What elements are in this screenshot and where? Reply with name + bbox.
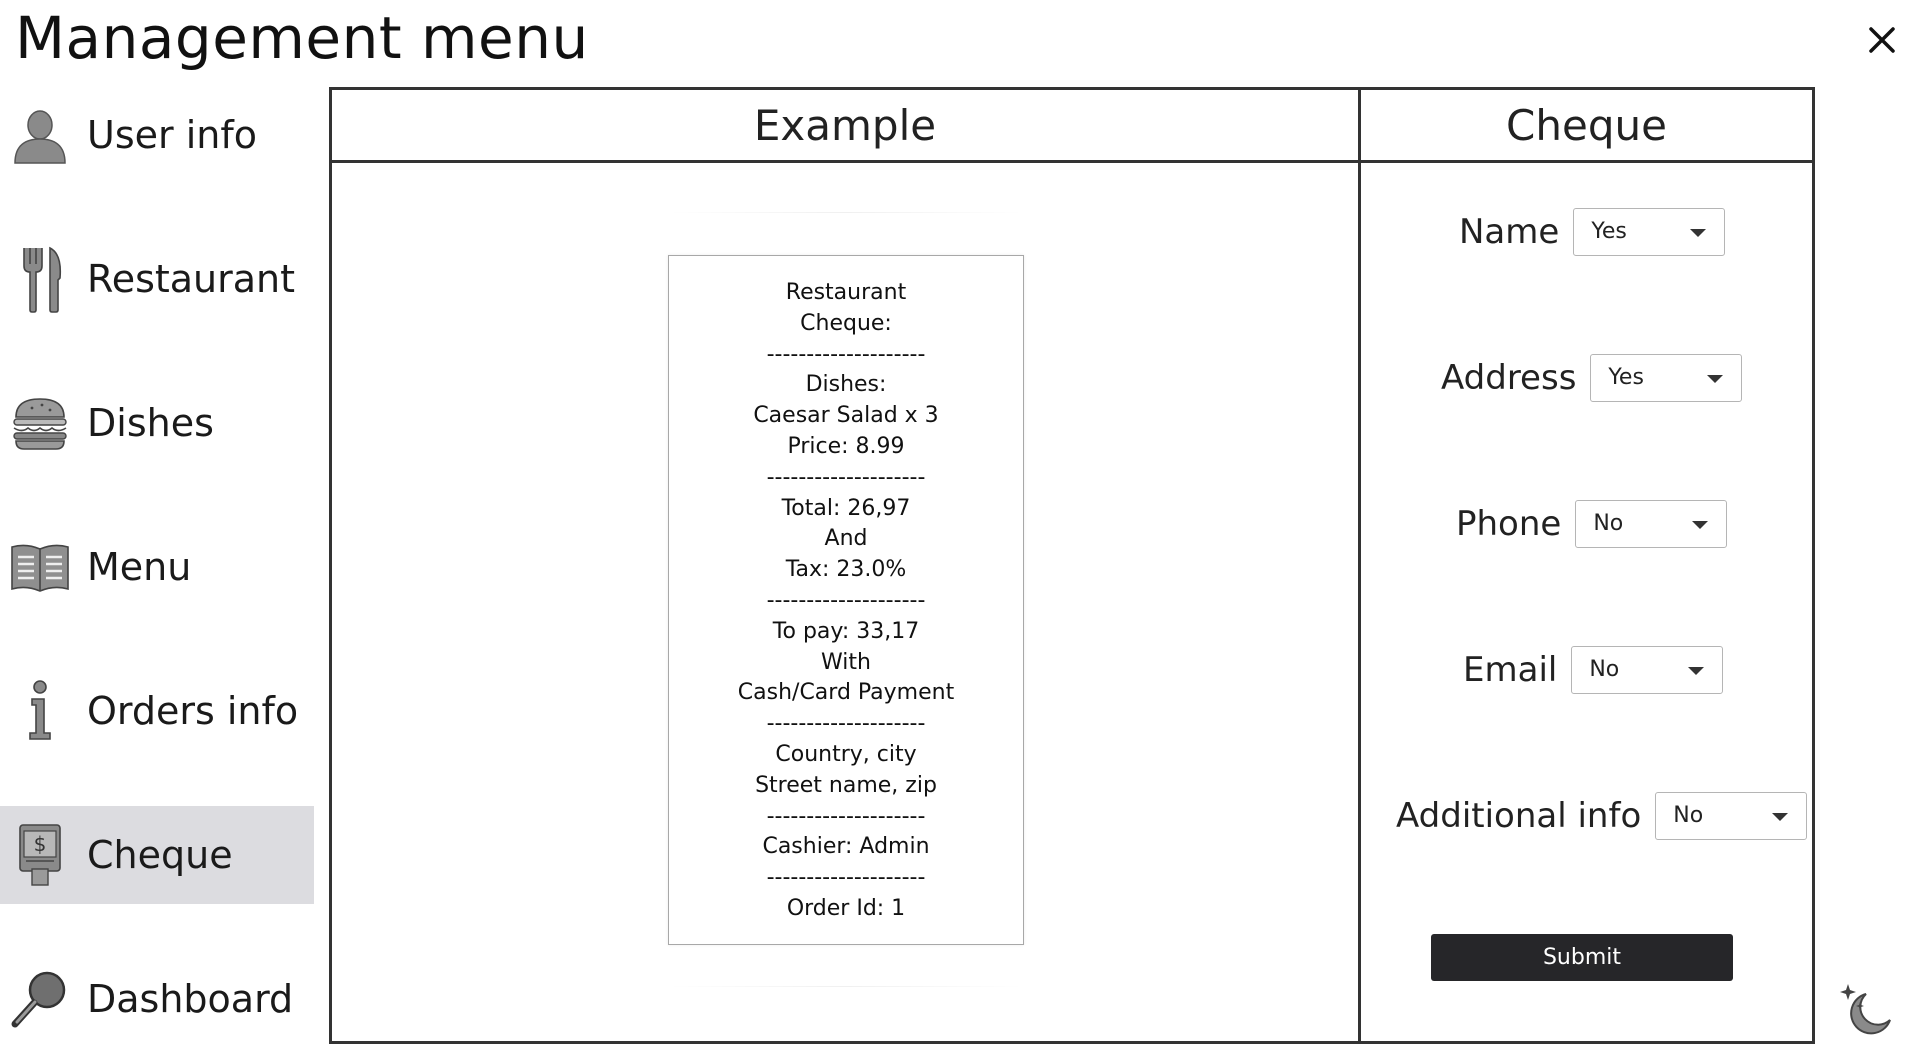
- additional-info-label: Additional info: [1396, 796, 1642, 836]
- chevron-down-icon: [1692, 521, 1709, 529]
- cash-register-icon: $: [8, 823, 72, 887]
- name-select[interactable]: Yes: [1573, 208, 1726, 256]
- phone-field: Phone No: [1456, 500, 1728, 548]
- user-icon: [8, 103, 72, 167]
- header-divider: [332, 160, 1812, 163]
- sidebar-item-label: Restaurant: [87, 257, 296, 301]
- sidebar-item-user-info[interactable]: User info: [0, 86, 314, 184]
- phone-label: Phone: [1456, 504, 1562, 544]
- email-field: Email No: [1463, 646, 1724, 694]
- submit-button[interactable]: Submit: [1431, 934, 1733, 981]
- svg-text:$: $: [34, 832, 47, 856]
- receipt-line: --------------------: [766, 464, 926, 490]
- name-field: Name Yes: [1459, 208, 1726, 256]
- select-value: No: [1593, 511, 1624, 536]
- address-field: Address Yes: [1441, 354, 1743, 402]
- magnifier-icon: [8, 967, 72, 1031]
- receipt-line: Cheque:: [800, 310, 892, 336]
- sidebar-item-dashboard[interactable]: Dashboard: [0, 950, 314, 1048]
- select-value: No: [1673, 803, 1704, 828]
- sidebar-item-menu[interactable]: Menu: [0, 518, 314, 616]
- burger-icon: [8, 391, 72, 455]
- receipt-line: Cash/Card Payment: [737, 680, 955, 706]
- receipt-line: Country, city: [775, 741, 917, 767]
- email-label: Email: [1463, 650, 1558, 690]
- sidebar-item-label: Menu: [87, 545, 192, 589]
- receipt-line: Price: 8.99: [787, 433, 905, 459]
- sidebar-item-label: Orders info: [87, 689, 299, 733]
- receipt-line: Caesar Salad x 3: [753, 403, 939, 429]
- example-heading: Example: [753, 100, 937, 150]
- receipt-line: Order Id: 1: [786, 895, 906, 921]
- select-value: No: [1589, 657, 1620, 682]
- receipt-line: --------------------: [766, 865, 926, 891]
- sidebar-item-label: User info: [87, 113, 257, 157]
- column-divider: [1358, 90, 1361, 1041]
- receipt-preview: Restaurant Cheque: -------------------- …: [668, 255, 1024, 945]
- name-label: Name: [1459, 212, 1560, 252]
- email-select[interactable]: No: [1571, 646, 1724, 694]
- phone-select[interactable]: No: [1575, 500, 1728, 548]
- receipt-line: To pay: 33,17: [772, 618, 920, 644]
- receipt-line: Restaurant: [785, 280, 907, 305]
- chevron-down-icon: [1707, 375, 1724, 383]
- theme-toggle-button[interactable]: [1836, 980, 1896, 1040]
- chevron-down-icon: [1772, 813, 1789, 821]
- select-value: Yes: [1591, 219, 1627, 244]
- fork-knife-icon: [8, 246, 72, 313]
- receipt-line: --------------------: [766, 587, 926, 613]
- sidebar-item-label: Dashboard: [87, 977, 294, 1021]
- sidebar-item-label: Cheque: [87, 833, 233, 877]
- sidebar-item-dishes[interactable]: Dishes: [0, 374, 314, 472]
- close-icon: [1869, 27, 1895, 53]
- receipt-line: Street name, zip: [755, 772, 937, 798]
- receipt-shadow-top: [668, 212, 1024, 213]
- receipt-line: --------------------: [766, 711, 926, 737]
- sidebar-item-cheque[interactable]: $ Cheque: [0, 806, 314, 904]
- page-title: Management menu: [15, 4, 589, 72]
- receipt-line: --------------------: [766, 803, 926, 829]
- receipt-line: With: [821, 649, 871, 675]
- sidebar-item-restaurant[interactable]: Restaurant: [0, 230, 314, 328]
- info-icon: [8, 679, 72, 743]
- sidebar-item-label: Dishes: [87, 401, 214, 445]
- additional-info-select[interactable]: No: [1655, 792, 1808, 840]
- address-select[interactable]: Yes: [1590, 354, 1743, 402]
- receipt-line: And: [824, 526, 868, 552]
- cheque-heading: Cheque: [1506, 100, 1667, 150]
- chevron-down-icon: [1688, 667, 1705, 675]
- receipt-line: Dishes:: [805, 372, 887, 398]
- book-icon: [8, 535, 72, 599]
- receipt-line: Cashier: Admin: [762, 834, 930, 860]
- close-button[interactable]: [1862, 20, 1902, 60]
- select-value: Yes: [1608, 365, 1644, 390]
- chevron-down-icon: [1690, 229, 1707, 237]
- receipt-line: --------------------: [766, 341, 926, 367]
- receipt-shadow-bottom: [668, 986, 1024, 987]
- moon-stars-icon: [1840, 984, 1891, 1035]
- receipt-line: Tax: 23.0%: [785, 557, 907, 583]
- receipt-line: Total: 26,97: [781, 495, 911, 521]
- address-label: Address: [1441, 358, 1577, 398]
- sidebar-item-orders-info[interactable]: Orders info: [0, 662, 314, 760]
- additional-info-field: Additional info No: [1396, 792, 1808, 840]
